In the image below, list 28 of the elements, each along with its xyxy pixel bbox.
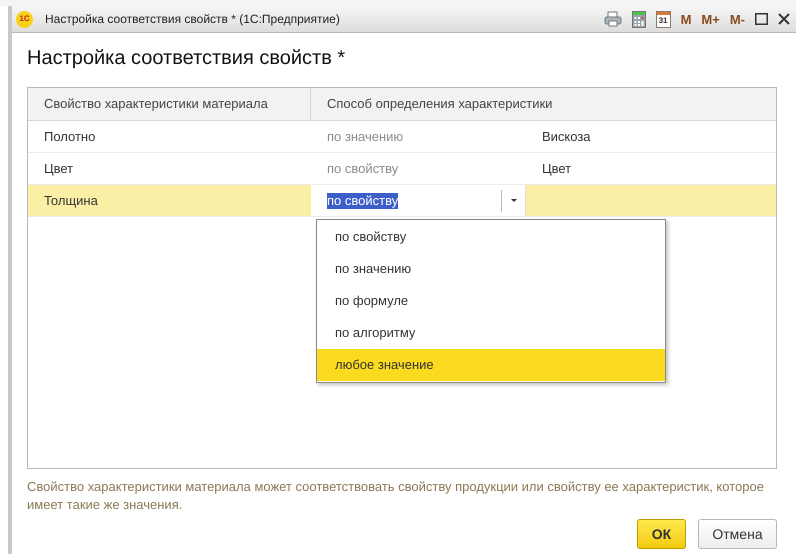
calculator-icon[interactable] [632,10,646,28]
column-header[interactable]: Свойство характеристики материала [28,88,311,120]
maximize-icon[interactable] [755,13,768,25]
dropdown-option[interactable]: по алгоритму [317,317,665,349]
form-heading: Настройка соответствия свойств * [27,46,346,71]
close-icon[interactable] [778,13,790,25]
dropdown-option[interactable]: по значению [317,253,665,285]
app-logo-icon: 1С [16,10,33,28]
table-cell-text: по значению [326,128,404,146]
dropdown-option[interactable]: по свойству [317,221,665,253]
table-cell-text: Цвет [43,160,74,178]
table-cell-text: по свойству [326,160,400,178]
memory-button[interactable]: M [680,12,692,26]
table-cell-text: Вискоза [541,128,592,146]
memory-button[interactable]: M+ [701,12,720,26]
printer-icon[interactable] [604,11,622,27]
cancel-button[interactable]: Отмена [698,519,777,549]
column-header[interactable]: Способ определения характеристики [311,88,776,120]
table-cell-text: Полотно [43,128,96,146]
ok-button[interactable]: ОК [637,519,686,549]
table-cell: Толщина [28,185,311,216]
dropdown-option[interactable]: любое значение [317,349,665,381]
hint-text: Свойство характеристики материала может соответствовать свойству продукции или свойству ее характеристик, которое имеет такие же значения. [27,478,765,512]
table-cell-text: Цвет [541,160,572,178]
window-title: Настройка соответствия свойств * (1С:Предприятие) [45,11,340,28]
memory-button[interactable]: M- [730,12,745,26]
dropdown-option[interactable]: по формуле [317,285,665,317]
calendar-button[interactable]: 31 [656,10,671,28]
